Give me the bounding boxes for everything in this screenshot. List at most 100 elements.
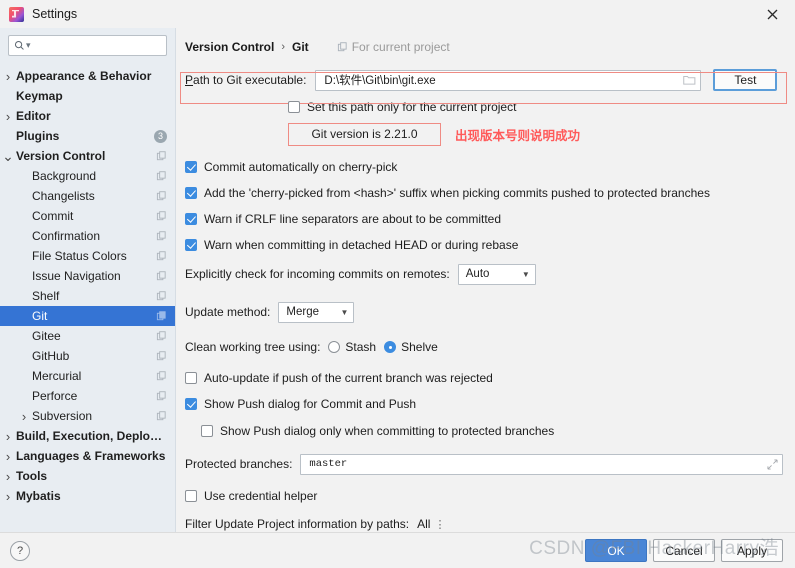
sidebar-item-label: Issue Navigation <box>32 269 121 283</box>
sidebar-item-build-execution-deployment[interactable]: ›Build, Execution, Deployment <box>0 426 175 446</box>
settings-tree: › Appearance & Behavior Keymap › Editor Plugi… <box>0 64 175 506</box>
search-input[interactable] <box>33 38 161 53</box>
search-dropdown-caret-icon[interactable]: ▾ <box>26 40 31 51</box>
sidebar-item-shelf[interactable]: Shelf <box>0 286 175 306</box>
filter-paths-value[interactable]: All <box>417 517 430 531</box>
checkbox-row-3[interactable]: Warn when committing in detached HEAD or… <box>176 234 795 255</box>
stash-radio[interactable] <box>328 341 341 353</box>
chevron-down-icon: ▼ <box>521 269 530 279</box>
git-version-row: Git version is 2.21.0 出现版本号则说明成功 <box>288 123 795 146</box>
checkbox-row-2[interactable]: Warn if CRLF line separators are about t… <box>176 208 795 229</box>
show-push-protected-row[interactable]: Show Push dialog only when committing to… <box>176 420 795 441</box>
help-button[interactable]: ? <box>10 540 30 561</box>
show-push-protected-label: Show Push dialog only when committing to… <box>220 423 555 438</box>
sidebar-item-plugins[interactable]: Plugins 3 <box>0 126 175 146</box>
breadcrumb-separator: › <box>281 41 286 53</box>
sidebar-item-gitee[interactable]: Gitee <box>0 326 175 346</box>
chevron-right-icon[interactable]: › <box>0 429 16 444</box>
sidebar-item-tools[interactable]: › Tools <box>0 466 175 486</box>
cherry-picked-suffix-checkbox[interactable] <box>185 186 197 199</box>
shelve-radio[interactable] <box>384 341 397 353</box>
chevron-right-icon[interactable]: › <box>16 409 32 424</box>
sidebar-item-confirmation[interactable]: Confirmation <box>0 226 175 246</box>
sidebar-item-appearance-behavior[interactable]: › Appearance & Behavior <box>0 66 175 86</box>
sidebar-item-issue-navigation[interactable]: Issue Navigation <box>0 266 175 286</box>
git-path-input[interactable] <box>322 73 684 87</box>
chevron-right-icon[interactable]: › <box>0 489 16 504</box>
chevron-right-icon[interactable]: › <box>0 69 16 84</box>
sidebar-item-editor[interactable]: › Editor <box>0 106 175 126</box>
auto-update-label: Auto-update if push of the current branc… <box>204 370 493 385</box>
chevron-right-icon[interactable]: › <box>0 469 16 484</box>
chevron-right-icon[interactable]: › <box>0 449 16 464</box>
project-config-icon <box>156 350 166 360</box>
protected-branches-input[interactable] <box>307 457 767 471</box>
git-path-field[interactable] <box>315 69 702 91</box>
sidebar-item-changelists[interactable]: Changelists <box>0 186 175 206</box>
warn-crlf-checkbox[interactable] <box>185 212 197 225</box>
project-config-icon <box>156 270 166 280</box>
sidebar-item-mercurial[interactable]: Mercurial <box>0 366 175 386</box>
set-path-only-row[interactable]: Set this path only for the current proje… <box>176 96 795 117</box>
project-config-icon <box>156 230 166 240</box>
close-icon[interactable] <box>750 0 795 28</box>
warn-detached-head-checkbox[interactable] <box>185 238 197 251</box>
show-push-dialog-label: Show Push dialog for Commit and Push <box>204 396 417 411</box>
sidebar-item-version-control[interactable]: ⌄ Version Control <box>0 146 175 166</box>
sidebar-item-background[interactable]: Background <box>0 166 175 186</box>
filter-paths-label: Filter Update Project information by pat… <box>185 517 410 531</box>
incoming-commits-select[interactable]: Auto ▼ <box>457 263 536 285</box>
show-push-dialog-row[interactable]: Show Push dialog for Commit and Push <box>176 393 795 414</box>
project-config-icon <box>156 410 166 420</box>
updown-caret-icon[interactable]: ⋮ <box>434 518 445 531</box>
project-config-icon <box>156 250 166 260</box>
plugins-update-badge: 3 <box>154 129 167 143</box>
clean-working-tree-row: Clean working tree using: Stash Shelve <box>176 337 795 357</box>
sidebar-item-label: Tools <box>16 469 48 483</box>
sidebar-item-label: Changelists <box>32 189 95 203</box>
cancel-button[interactable]: Cancel <box>653 539 715 562</box>
credential-helper-row[interactable]: Use credential helper <box>176 485 795 506</box>
commit-auto-cherry-pick-checkbox[interactable] <box>185 160 197 173</box>
update-method-select[interactable]: Merge ▼ <box>278 301 355 323</box>
cherry-picked-suffix-label: Add the 'cherry-picked from <hash>' suff… <box>204 185 710 200</box>
sidebar-item-perforce[interactable]: Perforce <box>0 386 175 406</box>
shelve-label: Shelve <box>401 340 438 354</box>
checkbox-row-0[interactable]: Commit automatically on cherry-pick <box>176 156 795 177</box>
sidebar-item-commit[interactable]: Commit <box>0 206 175 226</box>
git-path-label: Path to Git executable: <box>185 73 307 87</box>
show-push-dialog-checkbox[interactable] <box>185 397 197 410</box>
sidebar-item-label: Appearance & Behavior <box>16 69 152 83</box>
sidebar-item-git[interactable]: Git <box>0 306 175 326</box>
sidebar-item-subversion[interactable]: › Subversion <box>0 406 175 426</box>
sidebar-item-mybatis[interactable]: › Mybatis <box>0 486 175 506</box>
set-path-only-checkbox[interactable] <box>288 100 300 113</box>
sidebar-item-languages-frameworks[interactable]: › Languages & Frameworks <box>0 446 175 466</box>
credential-helper-checkbox[interactable] <box>185 489 197 502</box>
test-button[interactable]: Test <box>713 69 778 91</box>
sidebar-item-github[interactable]: GitHub <box>0 346 175 366</box>
protected-branches-field[interactable] <box>300 453 783 475</box>
project-config-icon <box>156 210 166 220</box>
apply-button[interactable]: Apply <box>721 539 783 562</box>
title-bar: Settings <box>0 0 795 28</box>
sidebar-item-file-status-colors[interactable]: File Status Colors <box>0 246 175 266</box>
annotation-text: 出现版本号则说明成功 <box>455 129 581 143</box>
auto-update-checkbox[interactable] <box>185 371 197 384</box>
project-config-icon <box>156 370 166 380</box>
search-box[interactable]: ▾ <box>8 35 167 56</box>
expand-icon[interactable] <box>767 458 778 470</box>
project-config-icon <box>156 170 166 180</box>
folder-icon[interactable] <box>683 74 696 86</box>
sidebar-item-label: Shelf <box>32 289 60 303</box>
sidebar-item-keymap[interactable]: Keymap <box>0 86 175 106</box>
ok-button[interactable]: OK <box>585 539 647 562</box>
credential-helper-label: Use credential helper <box>204 488 318 503</box>
checkbox-row-1[interactable]: Add the 'cherry-picked from <hash>' suff… <box>176 182 795 203</box>
set-path-only-label: Set this path only for the current proje… <box>307 99 517 114</box>
show-push-protected-checkbox[interactable] <box>201 424 213 437</box>
chevron-down-icon[interactable]: ⌄ <box>0 148 16 165</box>
auto-update-row[interactable]: Auto-update if push of the current branc… <box>176 367 795 388</box>
breadcrumb-parent[interactable]: Version Control <box>185 40 274 54</box>
chevron-right-icon[interactable]: › <box>0 109 16 124</box>
